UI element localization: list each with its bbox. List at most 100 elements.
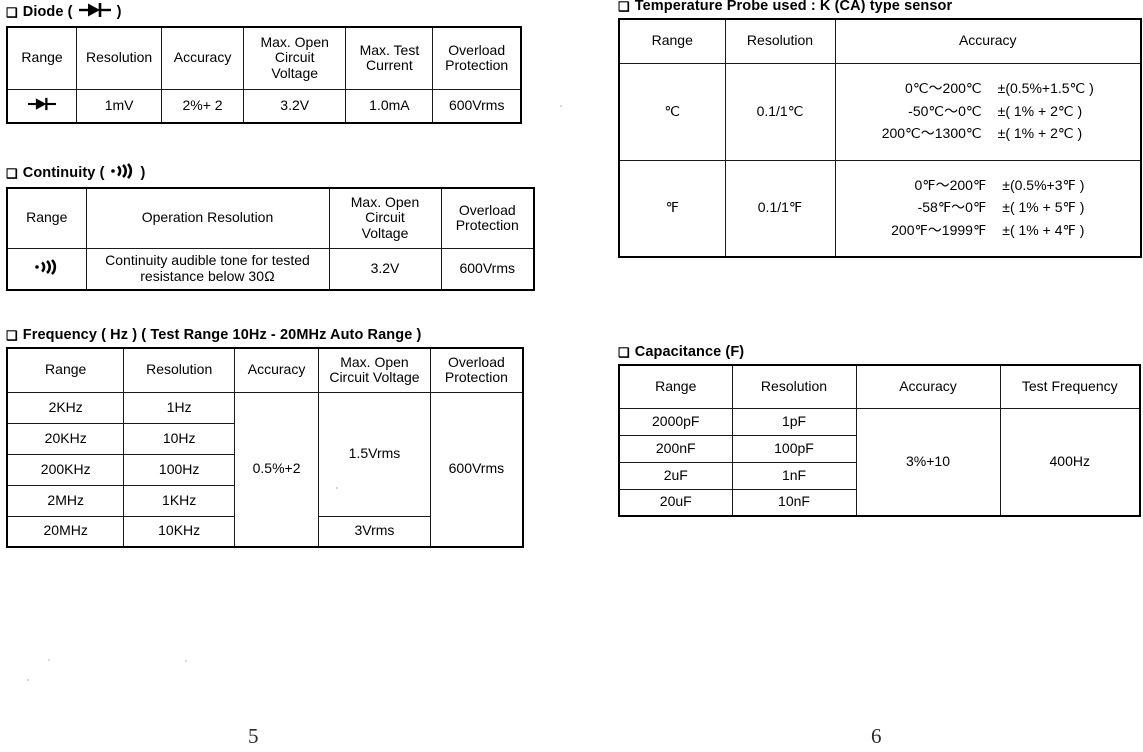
cell-range: 20KHz (6, 422, 125, 455)
header-line: Current (366, 57, 413, 74)
cell-range: 2MHz (6, 484, 125, 517)
header-max-test-current: Max. Test Current (345, 26, 434, 90)
cell-test-frequency: 400Hz (999, 407, 1141, 517)
table-row: 2KHz 1Hz 0.5%+2 1.5Vrms 600Vrms (6, 391, 524, 548)
table-header-row: Range Resolution Accuracy (618, 18, 1142, 64)
header-line: Protection (445, 57, 509, 74)
cell-resolution: 100Hz (123, 453, 235, 486)
table-header-row: Range Resolution Accuracy Max. Open Circ… (6, 347, 524, 393)
header-overload-protection: Overload Protection (432, 26, 522, 90)
square-bullet-icon: ❑ (6, 4, 18, 20)
header-accuracy: Accuracy (834, 18, 1142, 64)
header-range: Range (618, 364, 733, 409)
header-range: Range (6, 187, 87, 249)
cell-resolution: 100pF (731, 434, 857, 463)
accuracy-tolerance: ±( 1% + 4℉ ) (1002, 222, 1085, 239)
header-line: Overload (447, 353, 505, 370)
header-range: Range (6, 26, 78, 90)
header-range: Range (618, 18, 726, 64)
cell-accuracy-fahrenheit: 0℉～200℉ ±(0.5%+3℉ ) -58℉～0℉ ±( 1% + 5℉ )… (834, 159, 1142, 258)
continuity-heading: ❑ Continuity ( ) (6, 163, 536, 183)
cell-range-symbol (6, 247, 87, 291)
cell-max-open-circuit-voltage: 3.2V (328, 247, 442, 291)
temperature-table: Range Resolution Accuracy ℃ 0.1/1℃ 0℃～20… (618, 18, 1142, 258)
cell-range: 20uF (618, 488, 733, 517)
cell-range-symbol (6, 88, 78, 124)
capacitance-heading-text: Capacitance (F) (634, 344, 745, 360)
header-line: Max. Open (260, 33, 329, 50)
header-operation-resolution: Operation Resolution (85, 187, 330, 249)
header-line: Protection (444, 369, 508, 386)
header-overload-protection: Overload Protection (440, 187, 535, 249)
square-bullet-icon: ❑ (618, 0, 630, 14)
scan-speckle (27, 679, 29, 681)
header-line: Overload (448, 41, 506, 58)
header-line: Max. Test (359, 41, 420, 58)
scan-speckle (560, 105, 562, 107)
continuity-heading-close: ) (140, 165, 146, 181)
section-temperature: ❑ Temperature Probe used : K (CA) type s… (618, 0, 1143, 258)
header-accuracy: Accuracy (855, 364, 1001, 409)
cell-resolution: 1nF (731, 461, 857, 490)
cell-resolution-fahrenheit: 0.1/1℉ (724, 159, 836, 258)
cell-range: 2uF (618, 461, 733, 490)
scan-speckle (185, 660, 187, 662)
cell-range-fahrenheit: ℉ (618, 159, 726, 258)
cell-range: 2KHz (6, 391, 125, 424)
table-header-row: Range Resolution Accuracy Max. Open Circ… (6, 26, 522, 90)
cell-range-celsius: ℃ (618, 62, 726, 161)
cell-max-open-circuit-voltage: 3.2V (242, 88, 347, 124)
cell-resolution: 10Hz (123, 422, 235, 455)
accuracy-tolerance: ±(0.5%+1.5℃ ) (997, 79, 1094, 96)
header-resolution: Resolution (76, 26, 163, 90)
accuracy-range: 200℃～1300℃ (881, 125, 982, 142)
buzzer-symbol-icon (34, 258, 60, 279)
header-line: Circuit (365, 209, 405, 226)
diode-symbol-icon (78, 2, 112, 22)
cell-overload-protection: 600Vrms (432, 88, 522, 124)
cell-line: resistance below 30Ω (140, 267, 275, 284)
temperature-heading-text: Temperature Probe used : K (CA) type sen… (634, 0, 953, 14)
header-line: Voltage (361, 225, 409, 242)
header-line: Max. Open (350, 193, 420, 210)
cell-accuracy-celsius: 0℃～200℃ ±(0.5%+1.5℃ ) -50℃～0℃ ±( 1% + 2℃… (834, 62, 1142, 161)
header-max-open-circuit-voltage: Max. Open Circuit Voltage (318, 347, 431, 393)
accuracy-range: -58℉～0℉ (917, 199, 987, 216)
cell-max-test-current: 1.0mA (345, 88, 434, 124)
section-diode: ❑ Diode ( ) Range Resolution Accuracy Ma… (6, 2, 526, 124)
diode-symbol-icon (25, 97, 59, 115)
accuracy-tolerance: ±( 1% + 2℃ ) (997, 125, 1083, 142)
page-number-right: 6 (871, 724, 882, 748)
temperature-heading: ❑ Temperature Probe used : K (CA) type s… (618, 0, 1143, 14)
buzzer-symbol-icon (110, 163, 136, 183)
capacitance-table: Range Resolution Accuracy Test Frequency… (618, 364, 1141, 517)
cell-operation-resolution: Continuity audible tone for tested resis… (85, 247, 330, 291)
cell-resolution-celsius: 0.1/1℃ (724, 62, 836, 161)
accuracy-range: -50℃～0℃ (908, 102, 982, 119)
cell-max-open-circuit-voltage-bottom: 3Vrms (318, 515, 431, 548)
table-row: Continuity audible tone for tested resis… (6, 247, 535, 291)
cell-range: 20MHz (6, 515, 125, 548)
square-bullet-icon: ❑ (618, 344, 630, 360)
header-range: Range (6, 347, 125, 393)
cell-overload-protection: 600Vrms (440, 247, 535, 291)
accuracy-range: 0℉～200℉ (914, 176, 987, 193)
header-line: Voltage (271, 65, 319, 82)
cell-resolution: 1KHz (123, 484, 235, 517)
header-max-open-circuit-voltage: Max. Open Circuit Voltage (328, 187, 442, 249)
scan-speckle (48, 659, 50, 661)
cell-line: Continuity audible tone for tested (105, 252, 310, 269)
cell-accuracy: 2%+ 2 (161, 88, 244, 124)
accuracy-tolerance: ±( 1% + 2℃ ) (997, 102, 1083, 119)
cell-resolution: 1mV (76, 88, 163, 124)
cell-resolution: 10KHz (123, 515, 235, 548)
table-row: ℉ 0.1/1℉ 0℉～200℉ ±(0.5%+3℉ ) -58℉～0℉ ±( … (618, 159, 1142, 258)
header-resolution: Resolution (123, 347, 235, 393)
diode-table: Range Resolution Accuracy Max. Open Circ… (6, 26, 522, 124)
table-header-row: Range Resolution Accuracy Test Frequency (618, 364, 1141, 409)
header-accuracy: Accuracy (233, 347, 320, 393)
diode-heading-text: Diode ( (22, 4, 73, 20)
header-max-open-circuit-voltage: Max. Open Circuit Voltage (242, 26, 347, 90)
accuracy-range: 200℉～1999℉ (891, 222, 987, 239)
table-row: 2000pF 1pF 3%+10 400Hz (618, 407, 1141, 517)
